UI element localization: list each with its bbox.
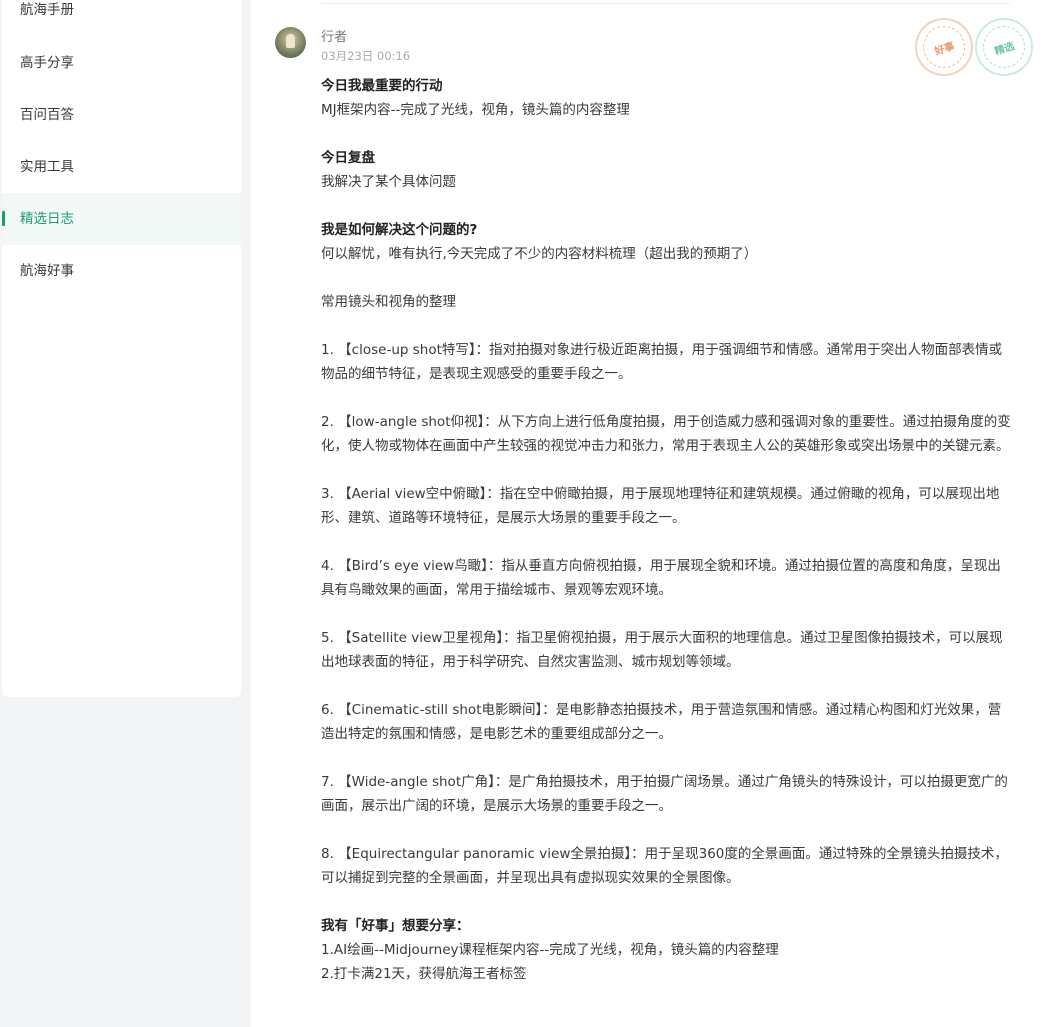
good-news-stamp-icon: 好事 — [915, 18, 973, 76]
paragraph: 我解决了某个具体问题 — [321, 174, 456, 190]
sidebar-item-faq[interactable]: 百问百答 — [2, 89, 241, 141]
list-item: 3. 【Aerial view空中俯瞰】：指在空中俯瞰拍摄，用于展现地理特征和建… — [321, 486, 1000, 526]
list-item: 2.打卡满21天，获得航海王者标签 — [321, 966, 527, 982]
sidebar-item-featured-logs[interactable]: 精选日志 — [2, 193, 241, 245]
section-heading: 我有「好事」想要分享： — [321, 918, 470, 934]
sidebar-item-label: 航海好事 — [20, 263, 74, 279]
section-heading: 今日复盘 — [321, 150, 375, 166]
list-item: 2. 【low-angle shot仰视】：从下方向上进行低角度拍摄，用于创造威… — [321, 414, 1011, 454]
sidebar-item-label: 百问百答 — [20, 107, 74, 123]
sidebar-item-label: 实用工具 — [20, 159, 74, 175]
stamp-label: 好事 — [917, 20, 971, 74]
list-item: 4. 【Bird’s eye view鸟瞰】：指从垂直方向俯视拍摄，用于展现全貌… — [321, 558, 1001, 598]
sidebar-item-tools[interactable]: 实用工具 — [2, 141, 241, 193]
section-heading: 我是如何解决这个问题的? — [321, 222, 478, 238]
sidebar-item-handbook[interactable]: 航海手册 — [2, 0, 241, 37]
section-heading: 今日我最重要的行动 — [321, 78, 443, 94]
post-content: 今日我最重要的行动 MJ框架内容--完成了光线，视角，镜头篇的内容整理 今日复盘… — [321, 74, 1013, 986]
sidebar-item-label: 高手分享 — [20, 55, 74, 71]
sidebar-item-good-news[interactable]: 航海好事 — [2, 245, 241, 297]
stamp-label: 精选 — [977, 20, 1031, 74]
paragraph: 常用镜头和视角的整理 — [321, 294, 456, 310]
sidebar: 航海手册 高手分享 百问百答 实用工具 精选日志 航海好事 — [2, 0, 241, 697]
divider — [321, 3, 1010, 4]
sidebar-item-label: 精选日志 — [20, 211, 74, 227]
list-item: 6. 【Cinematic-still shot电影瞬间】：是电影静态拍摄技术，… — [321, 702, 1002, 742]
post-date: 03月23日 00:16 — [321, 49, 411, 63]
author-name[interactable]: 行者 — [321, 26, 347, 45]
list-item: 1.AI绘画--Midjourney课程框架内容--完成了光线，视角，镜头篇的内… — [321, 942, 779, 958]
paragraph: 何以解忧，唯有执行,今天完成了不少的内容材料梳理（超出我的预期了） — [321, 246, 758, 262]
sidebar-item-expert-share[interactable]: 高手分享 — [2, 37, 241, 89]
paragraph: MJ框架内容--完成了光线，视角，镜头篇的内容整理 — [321, 102, 630, 118]
avatar[interactable] — [275, 27, 306, 58]
post-panel: 行者 03月23日 00:16 好事 精选 今日我最重要的行动 MJ框架内容--… — [251, 0, 1050, 1027]
sidebar-item-label: 航海手册 — [20, 2, 74, 18]
list-item: 8. 【Equirectangular panoramic view全景拍摄】：… — [321, 846, 1008, 886]
list-item: 1. 【close-up shot特写】：指对拍摄对象进行极近距离拍摄，用于强调… — [321, 342, 1003, 382]
featured-stamp-icon: 精选 — [975, 18, 1033, 76]
list-item: 5. 【Satellite view卫星视角】：指卫星俯视拍摄，用于展示大面积的… — [321, 630, 1003, 670]
list-item: 7. 【Wide-angle shot广角】：是广角拍摄技术，用于拍摄广阔场景。… — [321, 774, 1008, 814]
